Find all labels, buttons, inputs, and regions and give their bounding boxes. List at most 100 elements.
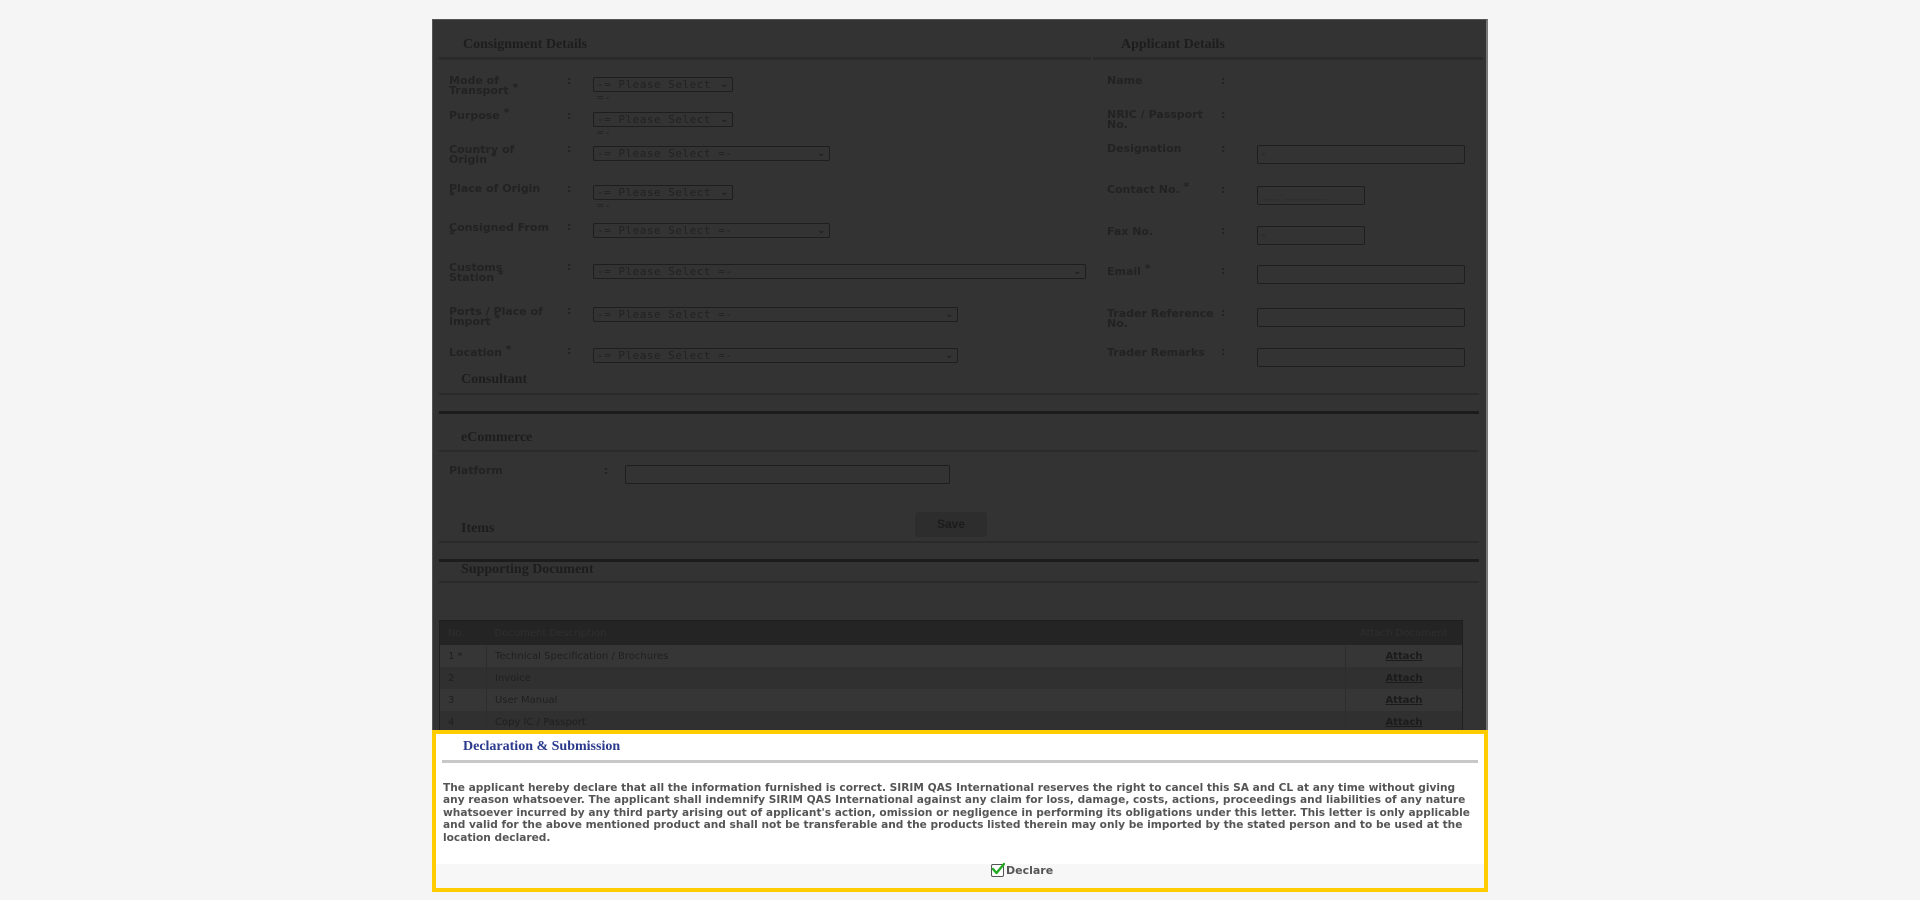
colon: :	[604, 464, 609, 477]
colon: :	[1221, 345, 1226, 358]
save-button[interactable]: Save	[915, 512, 987, 537]
declare-checkbox-wrap[interactable]: Declare	[991, 862, 1054, 877]
applicant-details-section: Applicant Details Name : NRIC / Passport…	[1093, 20, 1483, 367]
colon: :	[567, 142, 572, 155]
colon: :	[1221, 74, 1226, 87]
section-divider	[439, 411, 1479, 414]
supporting-document-title: Supporting Document	[461, 562, 594, 577]
supporting-document-table: No. Document Description Attach Document…	[439, 620, 1463, 734]
declaration-text: The applicant hereby declare that all th…	[443, 782, 1470, 844]
label-fax-no: Fax No.	[1107, 225, 1154, 238]
row-no: 2	[439, 667, 487, 689]
label-purpose: Purpose	[449, 109, 500, 122]
platform-input[interactable]	[625, 465, 950, 484]
declare-checkbox[interactable]	[991, 862, 1005, 877]
select-value: -= Please Select =-	[597, 147, 733, 160]
chevron-down-icon: ⌄	[720, 114, 729, 125]
required-marker: *	[449, 228, 455, 241]
colon: :	[1221, 108, 1226, 121]
label-location: Location	[449, 346, 502, 359]
colon: :	[1221, 142, 1226, 155]
label-email: Email	[1107, 265, 1141, 278]
consultant-title: Consultant	[461, 372, 528, 387]
table-row: 2 Invoice Attach	[439, 667, 1463, 689]
required-marker: *	[494, 312, 501, 325]
consigned-from-select[interactable]: -= Please Select =- ⌄	[593, 223, 830, 238]
declaration-submission-panel: Declaration & Submission The applicant h…	[432, 730, 1488, 892]
column-header-attach: Attach Document	[1345, 620, 1463, 645]
country-of-origin-select[interactable]: -= Please Select =- ⌄	[593, 146, 830, 161]
label-designation: Designation	[1107, 142, 1182, 155]
chevron-down-icon: ⌄	[720, 79, 729, 90]
trader-reference-no-input[interactable]	[1257, 308, 1465, 327]
ports-place-of-import-select[interactable]: -= Please Select =- ⌄	[593, 307, 958, 322]
designation-input[interactable]: -	[1257, 145, 1465, 164]
section-divider	[442, 760, 1478, 763]
colon: :	[1221, 224, 1226, 237]
select-value: -= Please Select =-	[597, 224, 733, 237]
attach-link[interactable]: Attach	[1385, 673, 1422, 684]
attach-link[interactable]: Attach	[1385, 717, 1422, 728]
row-description: Technical Specification / Brochures	[486, 645, 1346, 667]
required-marker: *	[505, 343, 512, 356]
declare-label: Declare	[1006, 864, 1054, 877]
label-name: Name	[1107, 74, 1143, 87]
row-description: User Manual	[486, 689, 1346, 711]
section-divider	[439, 57, 1091, 60]
email-input[interactable]	[1257, 265, 1465, 284]
table-row: 3 User Manual Attach	[439, 689, 1463, 711]
declaration-title: Declaration & Submission	[463, 739, 621, 754]
label-nric-passport: NRIC / Passport No.	[1107, 108, 1203, 131]
section-divider	[439, 393, 1479, 395]
attach-link[interactable]: Attach	[1385, 695, 1422, 706]
label-mode-of-transport: Mode of Transport	[449, 74, 509, 97]
platform-label: Platform	[449, 464, 503, 477]
section-divider	[439, 581, 1479, 583]
contact-no-input[interactable]: ___-_______	[1257, 186, 1365, 205]
row-no: 1 *	[439, 645, 487, 667]
column-header-no: No.	[439, 620, 487, 645]
colon: :	[1221, 183, 1226, 196]
row-description: Invoice	[486, 667, 1346, 689]
label-trader-remarks: Trader Remarks	[1107, 346, 1205, 359]
colon: :	[567, 260, 572, 273]
required-marker: *	[1144, 262, 1151, 275]
items-title: Items	[461, 521, 495, 536]
chevron-down-icon: ⌄	[817, 148, 826, 159]
select-value: -= Please Select =-	[597, 308, 733, 321]
colon: :	[567, 74, 572, 87]
consignment-details-section: Consignment Details Mode of Transport * …	[439, 20, 1091, 363]
colon: :	[567, 304, 572, 317]
row-no: 3	[439, 689, 487, 711]
colon: :	[567, 182, 572, 195]
customs-station-select[interactable]: -= Please Select =- ⌄	[593, 264, 1086, 279]
colon: :	[567, 220, 572, 233]
colon: :	[1221, 306, 1226, 319]
select-value: -= Please Select =-	[597, 186, 711, 212]
label-consigned-from: Consigned From	[449, 221, 549, 234]
attach-link[interactable]: Attach	[1385, 651, 1422, 662]
trader-remarks-input[interactable]	[1257, 348, 1465, 367]
dimmed-form-area: Consignment Details Mode of Transport * …	[432, 19, 1488, 734]
required-marker: *	[1183, 180, 1190, 193]
purpose-select[interactable]: -= Please Select =- ⌄	[593, 112, 733, 139]
chevron-down-icon: ⌄	[1073, 266, 1082, 277]
section-divider	[439, 541, 1479, 543]
required-marker: *	[490, 150, 497, 163]
label-trader-reference-no: Trader Reference No.	[1107, 307, 1214, 330]
chevron-down-icon: ⌄	[720, 187, 729, 198]
chevron-down-icon: ⌄	[945, 309, 954, 320]
colon: :	[567, 109, 572, 122]
mode-of-transport-select[interactable]: -= Please Select =- ⌄	[593, 77, 733, 104]
required-marker: *	[497, 268, 504, 281]
location-select[interactable]: -= Please Select =- ⌄	[593, 348, 958, 363]
label-customs-station: Customs Station	[449, 261, 503, 284]
select-value: -= Please Select =-	[597, 78, 711, 104]
section-divider	[1093, 57, 1483, 60]
required-marker: *	[512, 81, 519, 94]
fax-no-input[interactable]: -	[1257, 226, 1365, 245]
chevron-down-icon: ⌄	[945, 350, 954, 361]
place-of-origin-select[interactable]: -= Please Select =- ⌄	[593, 185, 733, 212]
ecommerce-title: eCommerce	[461, 430, 533, 445]
select-value: -= Please Select =-	[597, 349, 733, 362]
